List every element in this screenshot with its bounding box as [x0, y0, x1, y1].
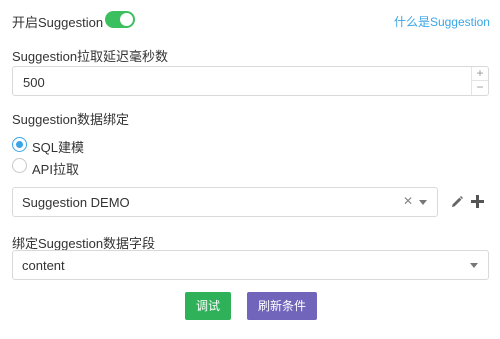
- decrement-button[interactable]: −: [472, 81, 488, 94]
- delay-input-box: + −: [12, 66, 489, 96]
- binding-label: Suggestion数据绑定: [12, 112, 130, 127]
- radio-sql-label[interactable]: SQL建模: [32, 137, 84, 156]
- suggestion-toggle[interactable]: [105, 11, 135, 28]
- delay-label: Suggestion拉取延迟毫秒数: [12, 49, 169, 64]
- radio-api-label[interactable]: API拉取: [32, 159, 79, 178]
- radio-api[interactable]: [12, 158, 27, 173]
- toggle-knob: [120, 13, 133, 26]
- field-select-value: content: [22, 258, 65, 273]
- binding-select[interactable]: Suggestion DEMO ✕: [12, 187, 438, 217]
- refresh-conditions-button[interactable]: 刷新条件: [247, 292, 317, 320]
- field-select[interactable]: content: [12, 250, 489, 280]
- edit-icon[interactable]: [450, 195, 464, 209]
- radio-sql[interactable]: [12, 137, 27, 152]
- chevron-down-icon: [419, 200, 427, 205]
- delay-input[interactable]: [23, 73, 443, 91]
- delay-stepper: + −: [471, 67, 488, 95]
- clear-icon[interactable]: ✕: [403, 194, 413, 208]
- increment-button[interactable]: +: [472, 67, 488, 81]
- binding-select-value: Suggestion DEMO: [22, 195, 130, 210]
- chevron-down-icon: [470, 263, 478, 268]
- what-is-suggestion-link[interactable]: 什么是Suggestion: [394, 13, 490, 30]
- radio-dot: [16, 141, 23, 148]
- suggestion-toggle-label: 开启Suggestion: [12, 15, 104, 30]
- add-icon[interactable]: [471, 195, 484, 208]
- debug-button[interactable]: 调试: [185, 292, 231, 320]
